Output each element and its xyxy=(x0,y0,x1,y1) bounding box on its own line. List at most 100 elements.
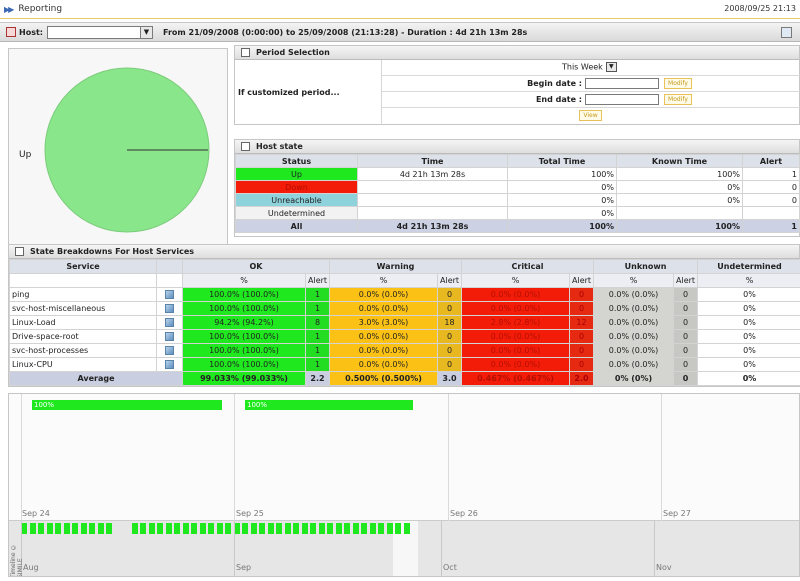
view-button[interactable]: View xyxy=(579,110,602,121)
col-time: Time xyxy=(357,154,508,168)
service-name-link[interactable]: svc-host-processes xyxy=(9,343,157,358)
chart-icon xyxy=(15,247,24,256)
service-name-link[interactable]: svc-host-miscellaneous xyxy=(9,301,157,316)
sub-pct: % xyxy=(329,273,438,288)
cell-alert: 1 xyxy=(742,167,800,181)
timeline-upper-band[interactable]: 100% 100% Sep 24 Sep 25 Sep 26 Sep 27 xyxy=(9,394,799,521)
cell-unknown-alert: 0 xyxy=(673,357,699,372)
service-graph-button[interactable] xyxy=(156,301,183,316)
service-name-link[interactable]: Drive-space-root xyxy=(9,329,157,344)
avg-undetermined: 0% xyxy=(697,371,800,386)
timeline-gridline xyxy=(234,521,235,576)
cell-total: 100% xyxy=(507,167,617,181)
host-select[interactable]: ▼ xyxy=(46,25,153,39)
service-name-link[interactable]: Linux-Load xyxy=(9,315,157,330)
graph-icon[interactable] xyxy=(165,304,174,313)
cell-critical-alert: 0 xyxy=(568,287,595,302)
timeline-tick xyxy=(165,523,172,534)
view-row: View xyxy=(382,108,800,124)
chevron-down-icon[interactable]: ▼ xyxy=(139,26,152,38)
cell-total: 0% xyxy=(507,180,617,194)
timeline-tick xyxy=(72,523,78,534)
cell-critical: 0.0% (0.0%) xyxy=(461,301,570,316)
sub-pct: % xyxy=(593,273,675,288)
export-icon[interactable] xyxy=(781,27,792,38)
service-graph-button[interactable] xyxy=(156,357,183,372)
cell-undetermined: 0% xyxy=(697,315,800,330)
avg-critical-alert: 2.0 xyxy=(568,371,595,386)
cell-critical-alert: 0 xyxy=(568,357,595,372)
cell-warning: 0.0% (0.0%) xyxy=(329,329,438,344)
services-average-row: Average 99.033% (99.033%) 2.2 0.500% (0.… xyxy=(9,371,800,386)
service-name-link[interactable]: Linux-CPU xyxy=(9,357,157,372)
timeline-tick xyxy=(174,523,180,534)
service-graph-button[interactable] xyxy=(156,287,183,302)
service-graph-button[interactable] xyxy=(156,329,183,344)
cell-unknown: 0.0% (0.0%) xyxy=(593,315,675,330)
cell-undetermined: 0% xyxy=(697,357,800,372)
timeline-gridline xyxy=(234,394,235,521)
service-graph-button[interactable] xyxy=(156,343,183,358)
cell-unknown-alert: 0 xyxy=(673,329,699,344)
graph-icon[interactable] xyxy=(165,346,174,355)
timeline-tick xyxy=(293,523,299,534)
timeline-gridline xyxy=(654,521,655,576)
timeline-tick xyxy=(38,523,44,534)
timeline-tick xyxy=(369,523,376,534)
graph-icon[interactable] xyxy=(165,332,174,341)
timeline-tick xyxy=(199,523,206,534)
services-header: State Breakdowns For Host Services xyxy=(9,245,799,259)
end-date-input[interactable] xyxy=(585,94,659,105)
period-select-value: This Week xyxy=(562,62,603,72)
cell-ok: 100.0% (100.0%) xyxy=(182,357,306,372)
cell-undetermined: 0% xyxy=(697,343,800,358)
status-undetermined: Undetermined xyxy=(235,206,358,220)
service-graph-button[interactable] xyxy=(156,315,183,330)
timeline-tick xyxy=(403,523,410,534)
cell-warning-alert: 18 xyxy=(437,315,462,330)
cell-warning-alert: 0 xyxy=(437,301,462,316)
pie-label-up: Up xyxy=(19,150,32,160)
timeline-tick xyxy=(395,523,401,534)
host-state-panel: Host state Status Time Total Time Known … xyxy=(234,139,800,237)
cell-critical: 0.0% (0.0%) xyxy=(461,287,570,302)
total-total: 100% xyxy=(507,219,617,233)
begin-date-input[interactable] xyxy=(585,78,659,89)
cell-unknown: 0.0% (0.0%) xyxy=(593,357,675,372)
timeline-tick xyxy=(276,523,282,534)
cell-critical-alert: 0 xyxy=(568,343,595,358)
sub-pct: % xyxy=(461,273,570,288)
begin-date-modify-button[interactable]: Modify xyxy=(664,78,692,89)
chevron-down-icon[interactable]: ▼ xyxy=(605,62,617,72)
col-total-time: Total Time xyxy=(507,154,617,168)
host-state-table: Status Time Total Time Known Time Alert … xyxy=(235,154,800,233)
cell-unknown: 0.0% (0.0%) xyxy=(593,329,675,344)
timeline-event-bar[interactable]: 100% xyxy=(245,400,413,410)
timeline-widget[interactable]: 100% 100% Sep 24 Sep 25 Sep 26 Sep 27 Au… xyxy=(8,393,800,577)
timeline-tick xyxy=(259,523,265,534)
cell-ok: 100.0% (100.0%) xyxy=(182,301,306,316)
end-date-modify-button[interactable]: Modify xyxy=(664,94,692,105)
col-alert: Alert xyxy=(742,154,800,168)
period-select[interactable]: This Week ▼ xyxy=(562,62,617,72)
cell-unknown-alert: 0 xyxy=(673,301,699,316)
timeline-lower-band[interactable]: Aug Sep Oct Nov Timeline © SIMILE xyxy=(9,521,799,576)
status-up: Up xyxy=(235,167,358,181)
timeline-date: Sep 24 xyxy=(22,509,50,518)
timeline-event-bar[interactable]: 100% xyxy=(32,400,222,410)
graph-icon[interactable] xyxy=(165,360,174,369)
period-selection-title: Period Selection xyxy=(256,48,330,57)
end-date-label: End date : xyxy=(535,95,582,104)
graph-icon[interactable] xyxy=(165,290,174,299)
cell-ok-alert: 8 xyxy=(305,315,330,330)
period-form: This Week ▼ Begin date : Modify End date … xyxy=(381,60,800,125)
cell-warning-alert: 0 xyxy=(437,329,462,344)
avg-ok-alert: 2.2 xyxy=(305,371,330,386)
cell-critical: 0.0% (0.0%) xyxy=(461,357,570,372)
avg-unknown: 0% (0%) xyxy=(593,371,675,386)
graph-icon[interactable] xyxy=(165,318,174,327)
cell-critical: 0.0% (0.0%) xyxy=(461,343,570,358)
cell-warning: 3.0% (3.0%) xyxy=(329,315,438,330)
service-name-link[interactable]: ping xyxy=(9,287,157,302)
begin-date-label: Begin date : xyxy=(527,79,582,88)
